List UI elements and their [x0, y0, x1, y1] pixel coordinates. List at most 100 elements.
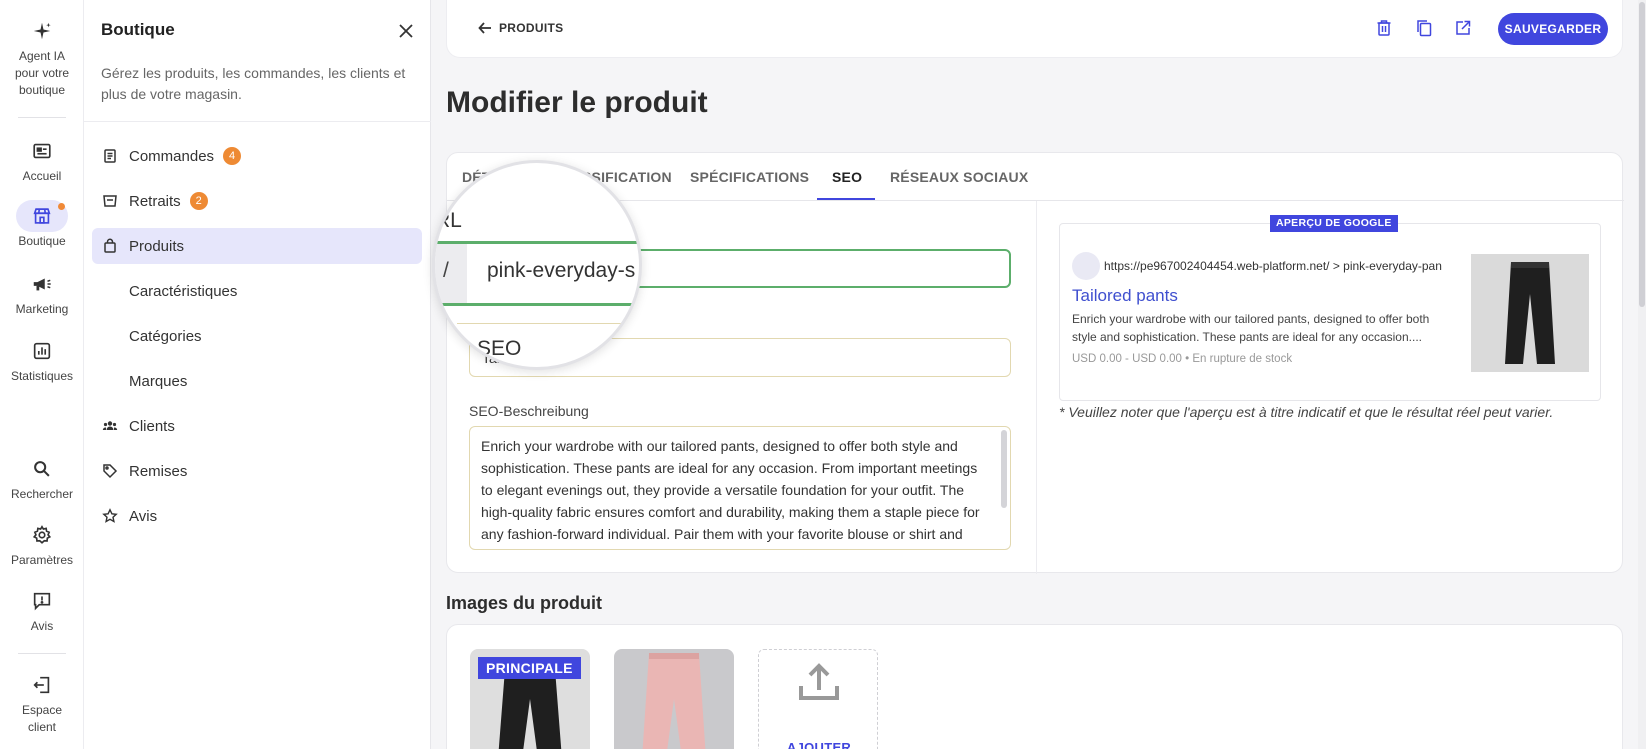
sidebar-item-label: Commandes: [129, 147, 215, 165]
feedback-icon: [31, 590, 53, 612]
close-icon[interactable]: [397, 22, 415, 40]
product-images-card: PRINCIPALE AJOUTER: [446, 624, 1623, 749]
textarea-scrollbar[interactable]: [1001, 430, 1007, 508]
pants-image: [642, 653, 706, 749]
sparkle-icon: [31, 20, 53, 42]
upload-icon: [799, 663, 839, 700]
column-divider: [1036, 201, 1037, 574]
add-image-button[interactable]: AJOUTER: [758, 649, 878, 749]
google-preview-price: USD 0.00 - USD 0.00 • En rupture de stoc…: [1072, 353, 1293, 365]
arrow-left-icon: [478, 22, 491, 34]
sidebar-subitem-caracteristiques[interactable]: Caractéristiques: [92, 273, 422, 309]
sidebar-item-label: Retraits: [129, 192, 181, 210]
sidebar-subitem-marques[interactable]: Marques: [92, 363, 422, 399]
count-badge: 4: [223, 147, 242, 165]
tag-icon: [101, 462, 119, 480]
back-link-label: PRODUITS: [499, 21, 564, 35]
duplicate-icon[interactable]: [1414, 18, 1434, 38]
sidebar-item-remises[interactable]: Remises: [92, 453, 422, 489]
google-preview-title: Tailored pants: [1072, 286, 1178, 305]
magnifier-lens: RL / pink-everyday-s SEO: [432, 160, 642, 370]
google-preview-description: Enrich your wardrobe with our tailored p…: [1072, 312, 1430, 344]
google-preview-disclaimer: * Veuillez noter que l'aperçu est à titr…: [1059, 404, 1554, 420]
google-preview-url: https://pe967002404454.web-platform.net/…: [1104, 259, 1442, 273]
icon-rail: Agent IA pour votre boutique Accueil Bou…: [0, 0, 84, 749]
back-to-products-link[interactable]: PRODUITS: [477, 20, 563, 36]
lens-url-value: pink-everyday-s: [487, 259, 636, 282]
rail-item-espace-client[interactable]: Espace client: [0, 674, 84, 736]
google-preview-tag: APERÇU DE GOOGLE: [1270, 215, 1398, 232]
star-icon: [101, 507, 119, 525]
rail-label: Avis: [30, 619, 54, 633]
store-sidebar: Boutique Gérez les produits, les command…: [84, 0, 431, 749]
rail-label: Paramètres: [10, 553, 74, 567]
google-preview-image: [1471, 254, 1589, 372]
rail-label: Agent IA pour votre boutique: [14, 49, 70, 97]
principal-badge: PRINCIPALE: [478, 657, 581, 679]
lens-url-prefix-bg: [435, 244, 467, 303]
page-title: Modifier le produit: [446, 86, 708, 119]
product-image-black-pants[interactable]: PRINCIPALE: [470, 649, 590, 749]
add-image-label: AJOUTER: [786, 740, 852, 749]
sidebar-subitem-categories[interactable]: Catégories: [92, 318, 422, 354]
megaphone-icon: [31, 273, 53, 295]
rail-divider: [18, 653, 66, 654]
sidebar-item-label: Marques: [129, 372, 188, 390]
home-icon: [31, 140, 53, 162]
rail-item-statistiques[interactable]: Statistiques: [0, 340, 84, 385]
rail-item-rechercher[interactable]: Rechercher: [0, 458, 84, 503]
sidebar-divider: [84, 121, 431, 122]
seo-description-textarea[interactable]: Enrich your wardrobe with our tailored p…: [469, 426, 1011, 550]
save-button[interactable]: SAUVEGARDER: [1498, 13, 1608, 45]
rail-label: Rechercher: [10, 487, 74, 501]
seo-title-label: SEO: [477, 337, 522, 360]
tab-seo[interactable]: SEO: [832, 169, 862, 185]
rail-label: Espace client: [21, 703, 63, 734]
external-link-icon[interactable]: [1453, 18, 1473, 38]
rail-item-accueil[interactable]: Accueil: [0, 140, 84, 185]
sidebar-item-label: Caractéristiques: [129, 282, 238, 300]
logout-icon: [31, 674, 53, 696]
rail-divider: [18, 117, 66, 118]
sidebar-item-label: Catégories: [129, 327, 202, 345]
sidebar-item-label: Avis: [129, 507, 158, 525]
sidebar-description: Gérez les produits, les commandes, les c…: [101, 65, 406, 102]
rail-item-ai-agent[interactable]: Agent IA pour votre boutique: [0, 20, 84, 99]
tab-social-networks[interactable]: RÉSEAUX SOCIAUX: [890, 169, 1028, 185]
url-field-label: RL: [435, 209, 462, 232]
rail-label: Boutique: [18, 234, 66, 248]
rail-item-avis[interactable]: Avis: [0, 590, 84, 635]
rail-item-marketing[interactable]: Marketing: [0, 273, 84, 318]
sidebar-item-retraits[interactable]: Retraits 2: [92, 183, 422, 219]
count-badge: 2: [189, 192, 208, 210]
pickup-icon: [101, 192, 119, 210]
users-icon: [101, 417, 119, 435]
top-bar: PRODUITS SAUVEGARDER: [446, 0, 1623, 58]
seo-description-label: SEO-Beschreibung: [469, 403, 589, 419]
lens-url-prefix: /: [443, 259, 449, 282]
sidebar-item-avis[interactable]: Avis: [92, 498, 422, 534]
page-scrollbar[interactable]: [1639, 2, 1645, 307]
favicon-placeholder: [1072, 252, 1100, 280]
receipt-icon: [101, 147, 119, 165]
rail-label: Accueil: [22, 169, 62, 183]
seo-description-value: Enrich your wardrobe with our tailored p…: [481, 438, 980, 549]
lens-seo-field-border: [457, 323, 639, 324]
sidebar-item-clients[interactable]: Clients: [92, 408, 422, 444]
rail-item-parametres[interactable]: Paramètres: [0, 524, 84, 569]
rail-label: Marketing: [15, 302, 69, 316]
rail-label: Statistiques: [10, 369, 74, 383]
sidebar-item-produits[interactable]: Produits: [92, 228, 422, 264]
active-tab-indicator: [817, 198, 875, 200]
sidebar-title: Boutique: [101, 20, 175, 39]
rail-item-boutique[interactable]: Boutique: [0, 205, 84, 250]
sidebar-item-commandes[interactable]: Commandes 4: [92, 138, 422, 174]
images-section-title: Images du produit: [446, 593, 603, 613]
tab-specifications[interactable]: SPÉCIFICATIONS: [690, 169, 809, 185]
google-preview: APERÇU DE GOOGLE https://pe967002404454.…: [1059, 215, 1601, 401]
trash-icon[interactable]: [1374, 18, 1394, 38]
gear-icon: [31, 524, 53, 546]
product-image-pink-pants[interactable]: [614, 649, 734, 749]
search-icon: [31, 458, 53, 480]
lens-field-border: [435, 303, 639, 306]
